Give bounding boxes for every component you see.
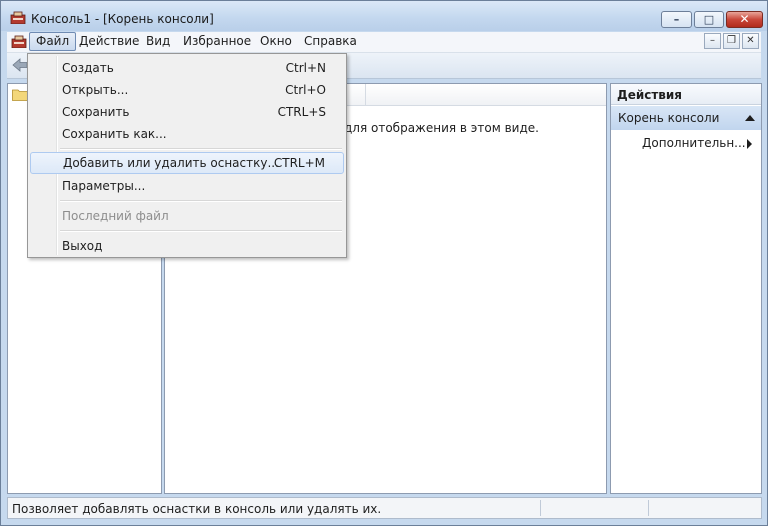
menu-item-recent-file: Последний файл [30,205,344,227]
console-app-icon [10,11,26,24]
mdi-minimize-button[interactable]: – [704,33,721,49]
close-icon: ✕ [739,12,750,26]
maximize-icon: □ [703,13,715,26]
menu-item-save[interactable]: Сохранить CTRL+S [30,101,344,123]
mdi-close-button[interactable]: ✕ [742,33,759,49]
close-button[interactable]: ✕ [726,11,763,28]
status-divider [648,500,649,516]
mdi-restore-button[interactable]: ❐ [723,33,740,49]
empty-view-message: для отображения в этом виде. [344,121,539,135]
actions-more[interactable]: Дополнительн... [642,136,746,150]
menu-item-save-as[interactable]: Сохранить как... [30,123,344,145]
menu-separator [60,230,342,232]
menu-action[interactable]: Действие [73,33,145,50]
window-title: Консоль1 - [Корень консоли] [31,12,214,26]
menu-item-label: Сохранить [62,105,130,119]
menu-item-shortcut: Ctrl+N [285,61,326,75]
actions-section-console-root[interactable]: Корень консоли [611,106,761,130]
system-menu-icon[interactable] [11,34,27,48]
menu-item-label: Параметры... [62,179,146,193]
menu-view[interactable]: Вид [140,33,176,50]
menu-separator [60,200,342,202]
menu-item-shortcut: CTRL+M [273,156,325,170]
menu-favorites[interactable]: Избранное [177,33,257,50]
menu-item-label: Сохранить как... [62,127,167,141]
menu-item-label: Последний файл [62,209,169,223]
status-divider [540,500,541,516]
menu-help[interactable]: Справка [298,33,363,50]
column-divider[interactable] [365,84,366,105]
back-arrow-icon[interactable] [12,58,28,72]
menu-item-shortcut: CTRL+S [277,105,326,119]
collapse-triangle-icon[interactable] [745,115,755,121]
maximize-button[interactable]: □ [694,11,724,28]
title-bar[interactable]: Консоль1 - [Корень консоли] – □ ✕ [1,1,767,31]
menu-item-new[interactable]: Создать Ctrl+N [30,57,344,79]
menu-window[interactable]: Окно [254,33,298,50]
menu-item-label: Открыть... [62,83,129,97]
file-menu-dropdown: Создать Ctrl+N Открыть... Ctrl+O Сохрани… [27,53,347,258]
minimize-button[interactable]: – [661,11,692,28]
actions-pane: Действия Корень консоли Дополнительн... [610,83,762,494]
menu-item-exit[interactable]: Выход [30,235,344,257]
menu-item-label: Выход [62,239,103,253]
minimize-icon: – [673,13,680,26]
folder-icon[interactable] [12,88,28,101]
actions-section-label: Корень консоли [618,111,720,125]
status-bar: Позволяет добавлять оснастки в консоль и… [7,497,762,519]
menu-separator [60,148,342,150]
menu-item-add-remove-snapin[interactable]: Добавить или удалить оснастку... CTRL+M [30,152,344,174]
submenu-arrow-icon[interactable] [747,139,752,149]
mmc-window: Консоль1 - [Корень консоли] – □ ✕ Файл Д… [0,0,768,526]
actions-title: Действия [611,84,761,105]
status-text: Позволяет добавлять оснастки в консоль и… [12,502,382,516]
menu-item-label: Добавить или удалить оснастку... [63,156,279,170]
menu-file[interactable]: Файл [29,32,77,51]
menu-bar: Файл Действие Вид Избранное Окно Справка… [7,32,761,53]
menu-item-shortcut: Ctrl+O [285,83,326,97]
menu-item-label: Создать [62,61,114,75]
menu-item-options[interactable]: Параметры... [30,175,344,197]
menu-item-open[interactable]: Открыть... Ctrl+O [30,79,344,101]
